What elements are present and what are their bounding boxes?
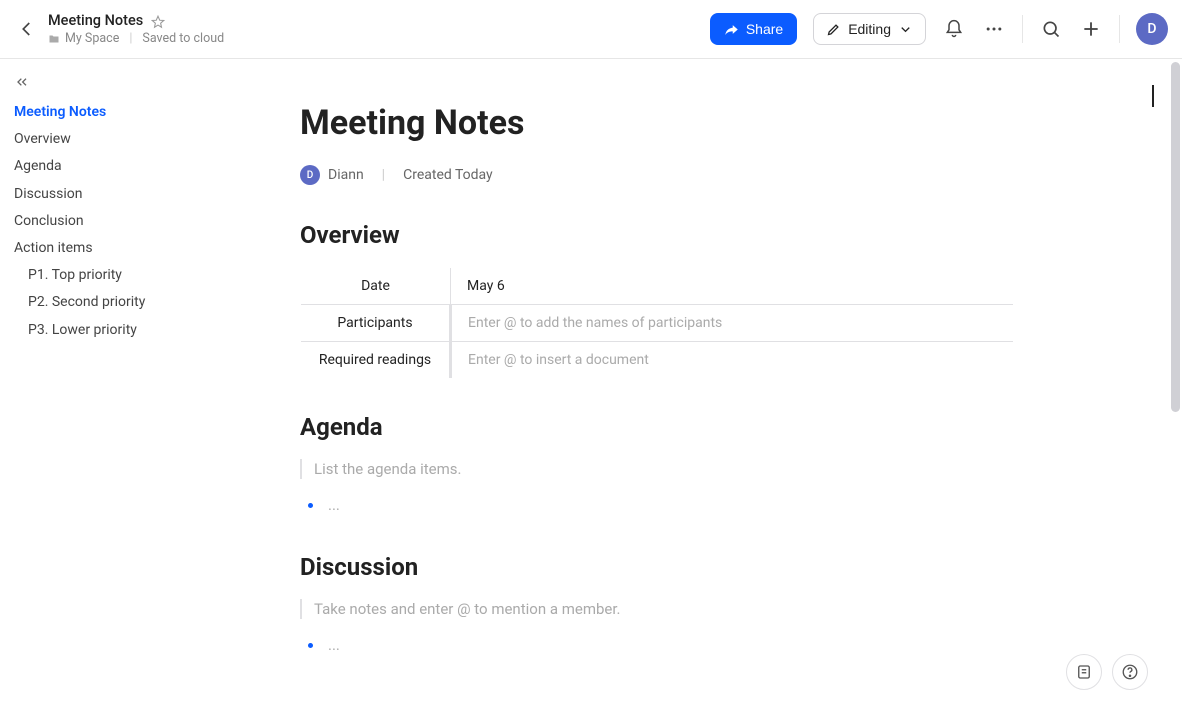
doc-created: Created Today bbox=[403, 167, 493, 183]
list-item[interactable]: ... bbox=[306, 493, 1014, 519]
outline-item[interactable]: P3. Lower priority bbox=[14, 321, 220, 339]
agenda-hint[interactable]: List the agenda items. bbox=[300, 459, 1014, 479]
doc-meta: D Diann | Created Today bbox=[300, 165, 1014, 185]
header-bar: Meeting Notes My Space | Saved to cloud … bbox=[0, 0, 1182, 59]
sidebar-outline: Meeting Notes Overview Agenda Discussion Con… bbox=[0, 59, 234, 722]
outline-item[interactable]: Discussion bbox=[14, 185, 220, 203]
outline-item[interactable]: P2. Second priority bbox=[14, 293, 220, 311]
heading-overview[interactable]: Overview bbox=[300, 221, 1014, 249]
user-avatar[interactable]: D bbox=[1136, 13, 1168, 45]
author-name: Diann bbox=[328, 167, 364, 183]
table-row: Required readingsEnter @ to insert a doc… bbox=[301, 342, 1014, 379]
doc-author[interactable]: D Diann bbox=[300, 165, 364, 185]
text-cursor bbox=[1152, 85, 1154, 107]
bell-icon bbox=[944, 19, 964, 39]
discussion-hint[interactable]: Take notes and enter @ to mention a memb… bbox=[300, 599, 1014, 619]
editing-mode-button[interactable]: Editing bbox=[813, 13, 926, 45]
header-separator bbox=[1022, 15, 1023, 43]
document-editor[interactable]: Meeting Notes D Diann | Created Today Ov… bbox=[234, 59, 1182, 722]
section-agenda: Agenda List the agenda items. ... bbox=[300, 413, 1014, 519]
editing-label: Editing bbox=[848, 21, 891, 37]
title-block: Meeting Notes My Space | Saved to cloud bbox=[48, 12, 224, 46]
note-icon bbox=[1075, 663, 1093, 681]
table-row: DateMay 6 bbox=[301, 268, 1014, 305]
share-label: Share bbox=[746, 21, 783, 37]
outline-list: Meeting Notes Overview Agenda Discussion Con… bbox=[14, 103, 220, 339]
outline-item[interactable]: Action items bbox=[14, 239, 220, 257]
table-row: ParticipantsEnter @ to add the names of … bbox=[301, 305, 1014, 342]
outline-item[interactable]: Conclusion bbox=[14, 212, 220, 230]
notes-float-button[interactable] bbox=[1066, 654, 1102, 690]
overview-table[interactable]: DateMay 6ParticipantsEnter @ to add the … bbox=[300, 267, 1014, 379]
floating-buttons bbox=[1066, 654, 1148, 690]
author-avatar: D bbox=[300, 165, 320, 185]
header-separator-2 bbox=[1119, 15, 1120, 43]
breadcrumb: My Space | Saved to cloud bbox=[48, 31, 224, 46]
more-horizontal-icon bbox=[984, 19, 1004, 39]
outline-item[interactable]: Overview bbox=[14, 130, 220, 148]
outline-item[interactable]: P1. Top priority bbox=[14, 266, 220, 284]
doc-title[interactable]: Meeting Notes bbox=[48, 12, 143, 29]
breadcrumb-separator: | bbox=[129, 31, 132, 46]
body: Meeting Notes Overview Agenda Discussion Con… bbox=[0, 59, 1182, 722]
star-icon[interactable] bbox=[151, 14, 165, 28]
table-label: Date bbox=[301, 268, 451, 305]
page-title[interactable]: Meeting Notes bbox=[300, 103, 1014, 143]
table-label: Required readings bbox=[301, 342, 451, 379]
outline-item[interactable]: Meeting Notes bbox=[14, 103, 220, 121]
notifications-button[interactable] bbox=[942, 17, 966, 41]
space-name: My Space bbox=[65, 31, 119, 46]
section-overview: Overview DateMay 6ParticipantsEnter @ to… bbox=[300, 221, 1014, 379]
table-label: Participants bbox=[301, 305, 451, 342]
search-icon bbox=[1041, 19, 1061, 39]
agenda-list[interactable]: ... bbox=[300, 493, 1014, 519]
meta-separator: | bbox=[382, 167, 385, 183]
outline-item[interactable]: Agenda bbox=[14, 157, 220, 175]
header-right: Share Editing D bbox=[710, 13, 1168, 45]
pencil-icon bbox=[826, 22, 841, 37]
breadcrumb-space[interactable]: My Space bbox=[48, 31, 119, 46]
search-button[interactable] bbox=[1039, 17, 1063, 41]
table-value[interactable]: Enter @ to insert a document bbox=[451, 342, 1014, 379]
section-discussion: Discussion Take notes and enter @ to men… bbox=[300, 553, 1014, 659]
share-button[interactable]: Share bbox=[710, 13, 797, 45]
scrollbar-thumb[interactable] bbox=[1171, 62, 1180, 412]
back-button[interactable] bbox=[16, 18, 38, 40]
heading-agenda[interactable]: Agenda bbox=[300, 413, 1014, 441]
add-button[interactable] bbox=[1079, 17, 1103, 41]
chevron-down-icon bbox=[898, 22, 913, 37]
share-icon bbox=[724, 22, 739, 37]
plus-icon bbox=[1081, 19, 1101, 39]
discussion-list[interactable]: ... bbox=[300, 633, 1014, 659]
save-status: Saved to cloud bbox=[142, 31, 224, 46]
collapse-sidebar-button[interactable] bbox=[14, 73, 32, 91]
list-item[interactable]: ... bbox=[306, 633, 1014, 659]
heading-discussion[interactable]: Discussion bbox=[300, 553, 1014, 581]
help-icon bbox=[1121, 663, 1139, 681]
folder-icon bbox=[48, 33, 60, 45]
more-button[interactable] bbox=[982, 17, 1006, 41]
help-float-button[interactable] bbox=[1112, 654, 1148, 690]
table-value[interactable]: Enter @ to add the names of participants bbox=[451, 305, 1014, 342]
table-value[interactable]: May 6 bbox=[451, 268, 1014, 305]
chevrons-left-icon bbox=[14, 74, 30, 90]
